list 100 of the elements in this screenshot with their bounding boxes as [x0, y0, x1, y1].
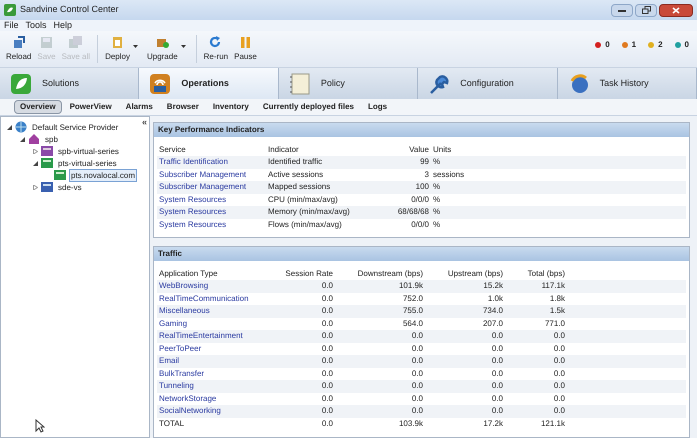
service-link[interactable]: SocialNetworking — [157, 405, 267, 418]
server-icon — [54, 169, 66, 181]
table-cell-text: 0.0 — [490, 330, 504, 342]
pause-icon — [238, 36, 252, 49]
table-cell-text: Active sessions — [267, 168, 324, 181]
table-cell-text: 0.0 — [552, 330, 566, 342]
toolbar-button[interactable]: Deploy — [103, 36, 143, 62]
service-link[interactable]: Subscriber Management — [157, 181, 266, 194]
menu-item[interactable]: Help — [54, 21, 72, 30]
wrench-icon — [428, 72, 450, 94]
sub-tab[interactable]: Browser — [160, 100, 205, 114]
tree-item[interactable]: spb-virtual-series — [56, 144, 121, 158]
close-button[interactable] — [659, 4, 693, 16]
toolbar-button[interactable]: Re-run — [202, 36, 230, 62]
menu-item[interactable]: File — [4, 21, 19, 30]
radio-waves-icon — [149, 72, 172, 94]
table-cell-text: 0.0 — [552, 368, 566, 380]
caret-icon — [132, 45, 138, 48]
clock-arrow-icon — [568, 72, 590, 94]
notebook-icon — [288, 72, 311, 94]
main-tab[interactable]: Task History — [558, 68, 697, 99]
table-cell-text: 101.9k — [398, 280, 424, 292]
server-icon — [41, 145, 53, 157]
sub-tab[interactable]: Inventory — [206, 100, 255, 114]
alarm-count: 1 — [632, 39, 636, 51]
tree-item[interactable]: pts.novalocal.com — [69, 168, 138, 182]
table-cell-text: 755.0 — [402, 305, 424, 318]
service-link[interactable]: RealTimeEntertainment — [157, 330, 267, 342]
main-tab[interactable]: Solutions — [0, 68, 140, 99]
leaf-icon — [10, 72, 32, 94]
restore-icon — [642, 6, 650, 14]
table-cell-text: 0.0 — [410, 330, 424, 342]
table-cell-text: 207.0 — [482, 318, 504, 330]
app-logo-icon — [4, 4, 16, 16]
table-cell-text: 0.0 — [410, 380, 424, 392]
table-cell-text: 0.0 — [320, 392, 334, 405]
service-link[interactable]: System Resources — [157, 194, 266, 206]
service-link[interactable]: Traffic Identification — [157, 156, 266, 168]
main-tab[interactable]: Policy — [278, 68, 418, 99]
service-link[interactable]: PeerToPeer — [157, 342, 267, 355]
toolbar-button[interactable]: Upgrade — [144, 36, 191, 62]
table-cell-text: 0.0 — [320, 318, 334, 330]
main-tab[interactable]: Operations — [139, 68, 279, 99]
column-header: Upstream (bps) — [446, 268, 504, 280]
tree-item[interactable]: spb — [43, 132, 60, 146]
table-cell-text: Flows (min/max/avg) — [267, 218, 343, 231]
table-cell-text: TOTAL — [158, 418, 186, 430]
table-cell-text: % — [432, 181, 442, 194]
service-link[interactable]: Miscellaneous — [157, 305, 267, 318]
service-link[interactable]: RealTimeCommunication — [157, 292, 267, 305]
service-link[interactable]: System Resources — [157, 218, 266, 231]
service-link[interactable]: NetworkStorage — [157, 392, 267, 405]
service-link[interactable]: WebBrowsing — [157, 280, 267, 292]
table-cell-text: % — [432, 156, 442, 168]
tree-item[interactable]: pts-virtual-series — [56, 156, 119, 170]
toolbar-button[interactable]: Pause — [232, 36, 259, 62]
table-cell-text: 0.0 — [320, 305, 334, 318]
menu-item[interactable]: Tools — [26, 21, 47, 30]
main-tab[interactable]: Configuration — [418, 68, 558, 99]
table-cell-text: 0.0 — [552, 392, 566, 405]
service-link[interactable]: Subscriber Management — [157, 168, 266, 181]
service-link[interactable]: Email — [157, 355, 267, 368]
table-cell-text: 0.0 — [320, 380, 334, 392]
table-cell-text: 0.0 — [490, 380, 504, 392]
sub-tab[interactable]: Alarms — [120, 100, 159, 114]
column-header: Units — [432, 144, 452, 156]
table-cell-text: Memory (min/max/avg) — [267, 206, 351, 218]
table-cell-text: 0.0 — [490, 392, 504, 405]
table-cell-text: sessions — [432, 168, 466, 181]
table-cell-text: 0.0 — [410, 405, 424, 418]
sub-tab[interactable]: Logs — [362, 100, 394, 114]
table-cell-text: 0.0 — [320, 355, 334, 368]
minimize-icon — [618, 8, 626, 12]
column-header: Session Rate — [284, 268, 334, 280]
toolbar-button[interactable]: Reload — [4, 36, 34, 62]
table-cell-text: 17.2k — [482, 418, 504, 430]
tree-item[interactable]: Default Service Provider — [30, 120, 120, 134]
refresh-icon — [12, 36, 26, 49]
table-cell-text: 0.0 — [410, 355, 424, 368]
service-link[interactable]: Tunneling — [157, 380, 267, 392]
restore-button[interactable] — [635, 4, 657, 16]
collapse-button[interactable]: « — [142, 118, 147, 127]
table-cell-text: 121.1k — [540, 418, 566, 430]
sub-tab[interactable]: Overview — [14, 100, 62, 114]
table-cell-text: CPU (min/max/avg) — [267, 194, 339, 206]
table-cell-text: 1.5k — [548, 305, 566, 318]
service-link[interactable]: Gaming — [157, 318, 267, 330]
table-cell-text: Identified traffic — [267, 156, 324, 168]
sub-tab[interactable]: Currently deployed files — [256, 100, 360, 114]
minimize-button[interactable] — [611, 4, 633, 16]
tree-item[interactable]: sde-vs — [56, 180, 84, 194]
column-header: Downstream (bps) — [356, 268, 424, 280]
sub-tab[interactable]: PowerView — [64, 100, 118, 114]
table-cell-text: Mapped sessions — [267, 181, 332, 194]
service-link[interactable]: BulkTransfer — [157, 368, 267, 380]
column-header: Indicator — [267, 144, 300, 156]
house-icon — [28, 133, 40, 145]
service-link[interactable]: System Resources — [157, 206, 266, 218]
table-cell-text: 0.0 — [320, 405, 334, 418]
panel-title: Key Performance Indicators — [154, 123, 689, 137]
